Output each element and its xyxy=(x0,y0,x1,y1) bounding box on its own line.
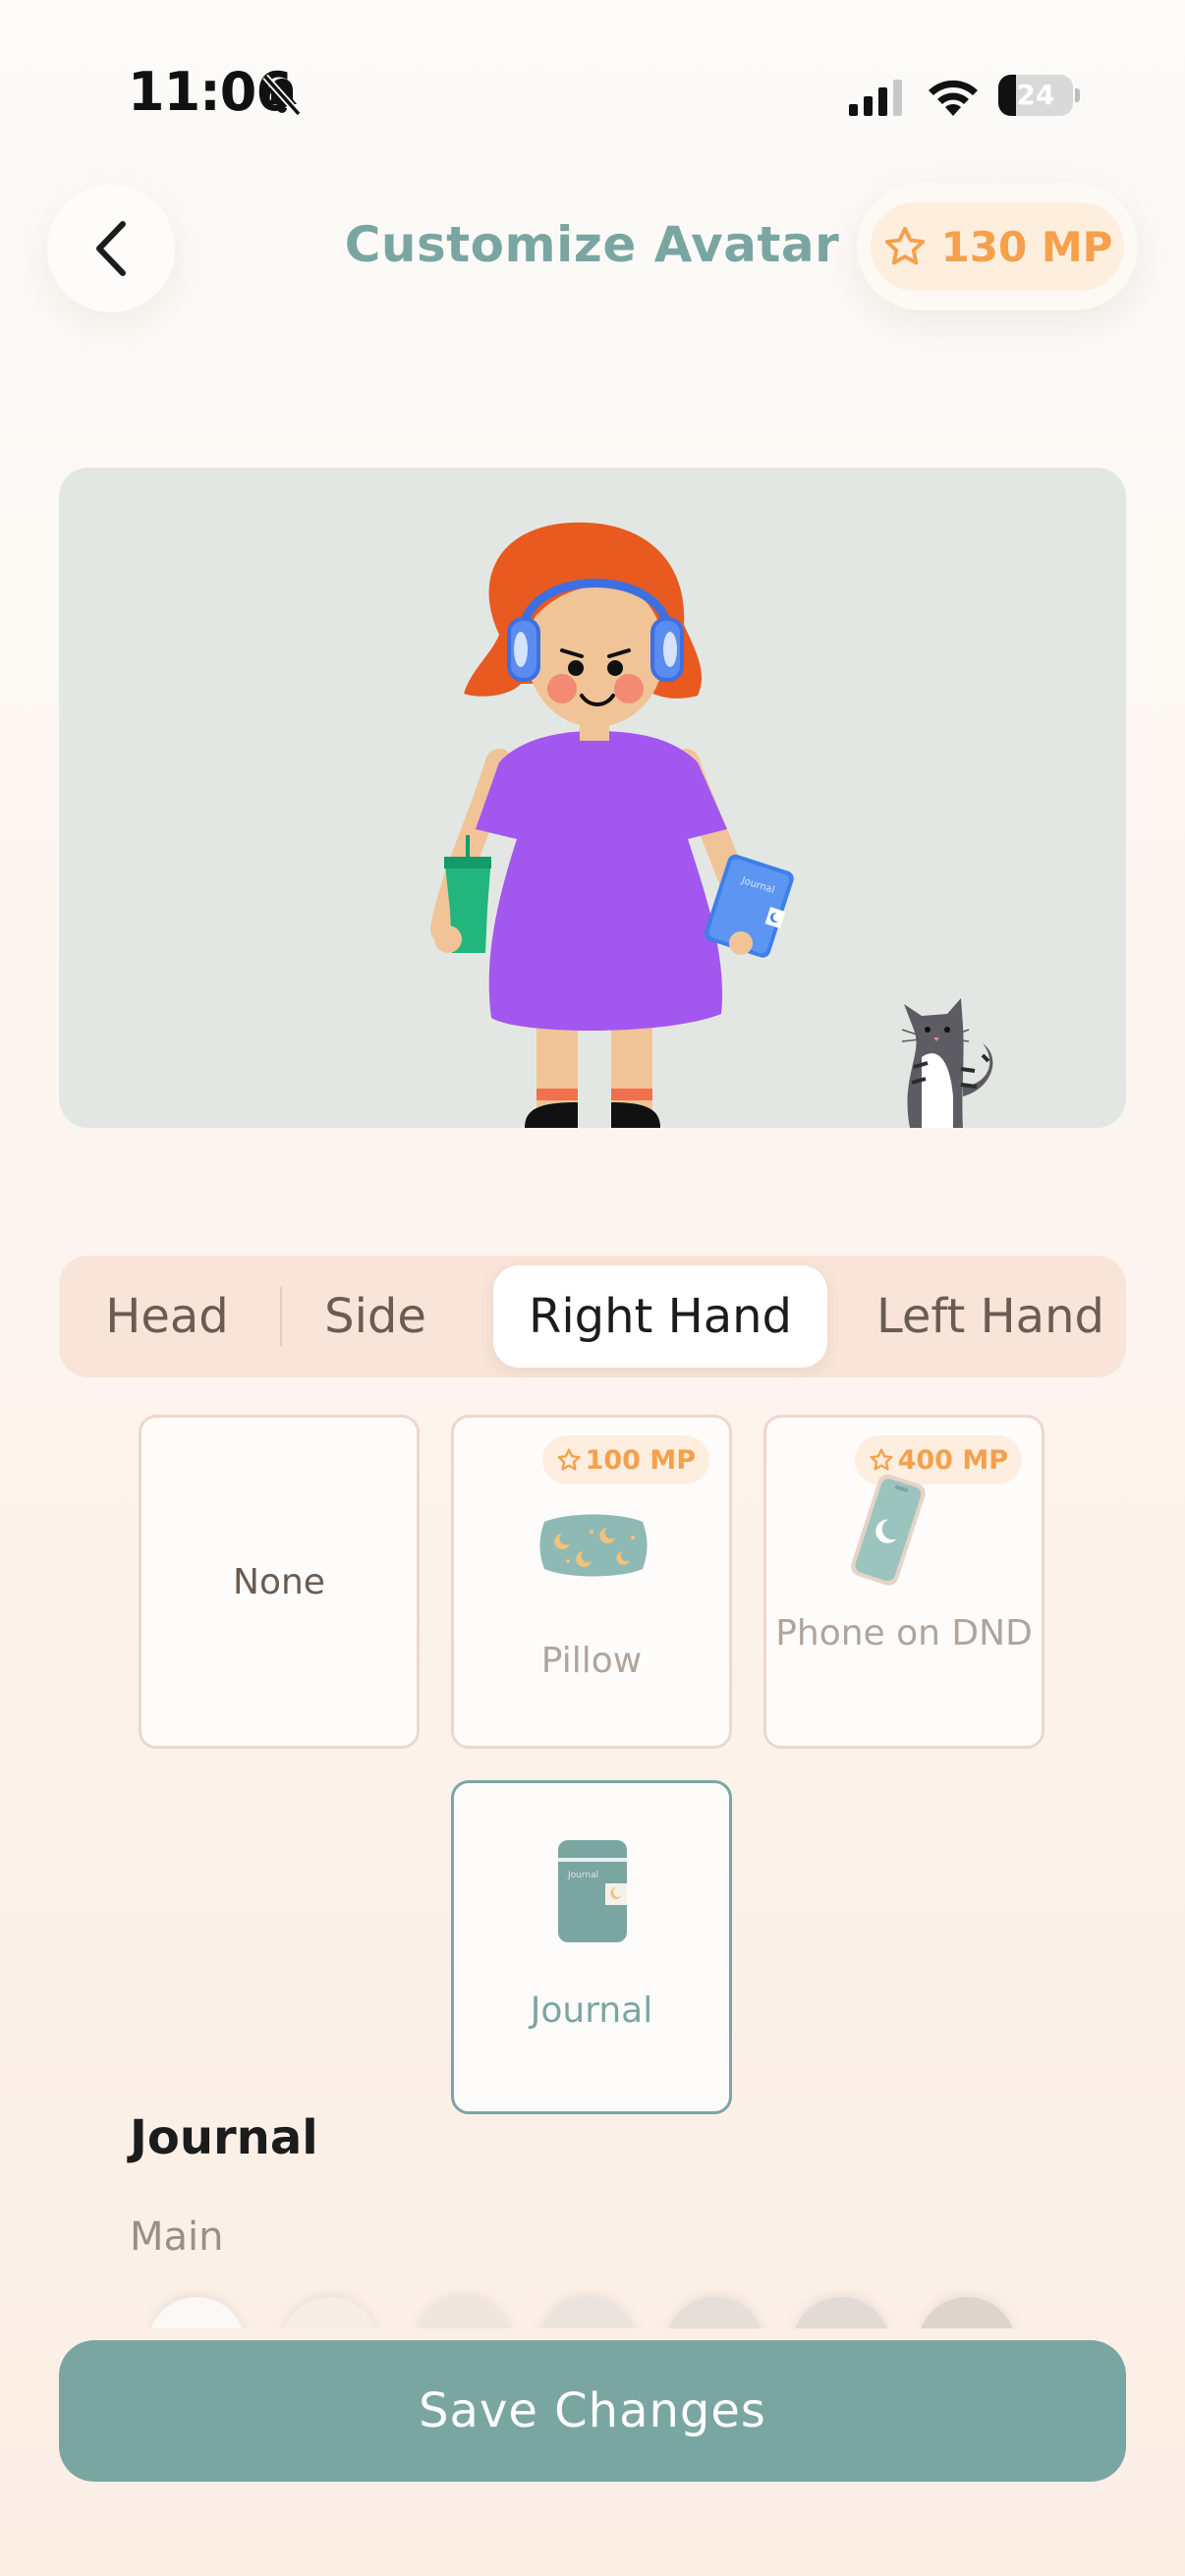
back-button[interactable] xyxy=(47,185,175,312)
battery-level: 24 xyxy=(1016,79,1055,111)
tab-divider xyxy=(280,1287,282,1346)
selected-item-title: Journal xyxy=(130,2110,318,2165)
tab-side[interactable]: Side xyxy=(307,1265,444,1368)
star-outline-icon xyxy=(557,1448,581,1471)
color-swatch[interactable] xyxy=(792,2297,890,2328)
pillow-icon xyxy=(539,1514,648,1577)
item-label: None xyxy=(233,1562,325,1602)
chevron-left-icon xyxy=(96,221,126,276)
item-card-pillow[interactable]: 100 MP Pillow xyxy=(451,1415,732,1749)
cellular-signal-icon xyxy=(849,80,902,116)
star-outline-icon xyxy=(884,226,925,265)
journal-icon: Journal xyxy=(558,1840,627,1942)
color-swatch[interactable] xyxy=(147,2297,246,2328)
item-card-phone-on-dnd[interactable]: 400 MP Phone on DND xyxy=(763,1415,1044,1749)
item-label: Pillow xyxy=(540,1641,643,1681)
points-balance[interactable]: 130 MP xyxy=(857,183,1138,310)
tab-head[interactable]: Head xyxy=(88,1265,246,1368)
status-bar: 11:06 24 xyxy=(0,0,1185,187)
svg-text:Journal: Journal xyxy=(567,1871,598,1880)
item-card-journal[interactable]: Journal Journal xyxy=(451,1780,732,2114)
battery-icon: 24 xyxy=(998,75,1080,116)
page-title: Customize Avatar xyxy=(344,216,840,273)
avatar-illustration: Journal xyxy=(430,522,993,1128)
price-badge: 100 MP xyxy=(541,1435,709,1484)
item-card-none[interactable]: None xyxy=(139,1415,420,1749)
phone-moon-icon xyxy=(851,1474,926,1586)
color-swatch[interactable] xyxy=(918,2297,1016,2328)
color-swatch[interactable] xyxy=(666,2297,764,2328)
item-label: Journal xyxy=(530,1990,653,2031)
bell-slash-icon xyxy=(262,74,302,117)
tab-left-hand[interactable]: Left Hand xyxy=(876,1265,1126,1368)
avatar-preview: Journal xyxy=(59,468,1126,1128)
save-changes-button[interactable]: Save Changes xyxy=(59,2340,1126,2482)
color-swatch[interactable] xyxy=(415,2297,513,2328)
item-label: Phone on DND xyxy=(775,1613,1033,1653)
price-text: 100 MP xyxy=(585,1444,696,1476)
color-section-label: Main xyxy=(130,2214,224,2260)
points-value: 130 MP xyxy=(940,222,1113,271)
color-swatch-row xyxy=(147,2289,1032,2328)
color-swatch[interactable] xyxy=(281,2297,379,2328)
color-swatch[interactable] xyxy=(538,2297,637,2328)
wifi-icon xyxy=(929,80,978,116)
category-tabs: Head Side Right Hand Left Hand xyxy=(59,1256,1126,1377)
tab-right-hand[interactable]: Right Hand xyxy=(493,1265,827,1368)
